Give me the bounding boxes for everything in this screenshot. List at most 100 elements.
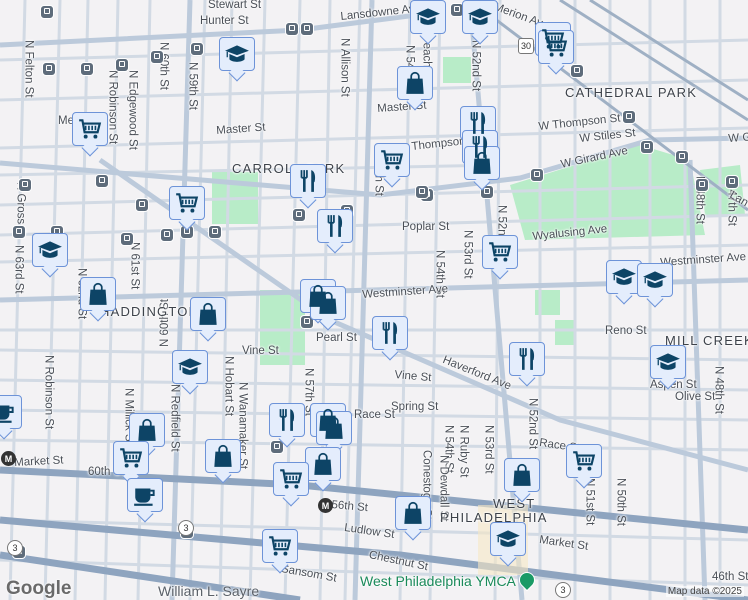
street-label: N Redfield St	[168, 384, 181, 452]
transit-stop-icon[interactable]	[415, 185, 429, 199]
metro-station-icon[interactable]: M	[1, 451, 16, 466]
bag-icon	[314, 290, 342, 316]
poi-marker-cart[interactable]	[262, 529, 298, 563]
poi-sayre-label[interactable]: William L. Sayre	[158, 584, 259, 598]
metro-station-icon[interactable]: M	[318, 498, 333, 513]
poi-marker-bag[interactable]	[397, 66, 433, 100]
poi-marker-cart[interactable]	[538, 30, 574, 64]
poi-marker-cart[interactable]	[374, 143, 410, 177]
transit-stop-icon[interactable]	[12, 225, 26, 239]
poi-marker-fork-knife[interactable]	[317, 209, 353, 243]
cup-icon	[131, 482, 159, 508]
transit-stop-icon[interactable]	[160, 228, 174, 242]
transit-stop-icon[interactable]	[675, 150, 689, 164]
bag-icon	[401, 70, 429, 96]
transit-stop-icon[interactable]	[18, 178, 32, 192]
cart-icon	[117, 445, 145, 471]
poi-marker-bag[interactable]	[305, 447, 341, 481]
street-label: Olive St	[675, 391, 716, 403]
poi-marker-school[interactable]	[219, 37, 255, 71]
poi-marker-bag[interactable]	[504, 458, 540, 492]
poi-marker-bag[interactable]	[464, 146, 500, 180]
fork-knife-icon	[294, 168, 322, 194]
poi-marker-school[interactable]	[410, 0, 446, 34]
school-icon	[223, 41, 251, 67]
transit-stop-icon[interactable]	[570, 64, 584, 78]
poi-marker-bag[interactable]	[80, 277, 116, 311]
cart-icon	[277, 466, 305, 492]
street-label: W G	[727, 131, 748, 145]
school-icon	[610, 264, 638, 290]
route-shield: 3	[7, 540, 23, 556]
transit-stop-icon[interactable]	[530, 168, 544, 182]
transit-stop-icon[interactable]	[135, 198, 149, 212]
transit-stop-icon[interactable]	[80, 62, 94, 76]
street-label: N Felton St	[22, 40, 35, 98]
map-attribution[interactable]: Map data ©2025	[665, 586, 744, 597]
transit-stop-icon[interactable]	[95, 174, 109, 188]
poi-marker-bag[interactable]	[205, 439, 241, 473]
poi-marker-cart[interactable]	[113, 441, 149, 475]
poi-marker-fork-knife[interactable]	[372, 316, 408, 350]
poi-marker-school[interactable]	[32, 233, 68, 267]
fork-knife-icon	[513, 346, 541, 372]
bag-icon	[209, 443, 237, 469]
poi-marker-cart[interactable]	[482, 235, 518, 269]
street-label: Spring St	[391, 401, 439, 413]
poi-marker-school[interactable]	[637, 263, 673, 297]
poi-marker-bag[interactable]	[316, 411, 352, 445]
poi-marker-cart[interactable]	[72, 112, 108, 146]
transit-stop-icon[interactable]	[42, 62, 56, 76]
transit-stop-icon[interactable]	[725, 175, 739, 189]
poi-ymca-label[interactable]: West Philadelphia YMCA	[360, 574, 516, 588]
poi-marker-school[interactable]	[462, 0, 498, 34]
transit-stop-icon[interactable]	[300, 22, 314, 36]
transit-stop-icon[interactable]	[622, 110, 636, 124]
street-label: Race St	[354, 409, 395, 421]
bag-icon	[194, 301, 222, 327]
transit-stop-icon[interactable]	[115, 58, 129, 72]
transit-stop-icon[interactable]	[208, 225, 222, 239]
transit-stop-icon[interactable]	[120, 232, 134, 246]
poi-marker-cart[interactable]	[273, 462, 309, 496]
google-logo: Google	[6, 578, 72, 599]
street-label: Vine St	[242, 345, 279, 357]
bag-icon	[133, 417, 161, 443]
transit-stop-icon[interactable]	[695, 178, 709, 192]
poi-marker-bag[interactable]	[395, 496, 431, 530]
transit-stop-icon[interactable]	[40, 5, 54, 19]
poi-marker-cart[interactable]	[169, 186, 205, 220]
cart-icon	[173, 190, 201, 216]
street-label: 46th St	[712, 571, 748, 583]
street-label: N Edgewood St	[126, 70, 139, 150]
transit-stop-icon[interactable]	[292, 208, 306, 222]
poi-marker-bag[interactable]	[129, 413, 165, 447]
transit-stop-icon[interactable]	[190, 42, 204, 56]
poi-marker-bag[interactable]	[190, 297, 226, 331]
poi-marker-cup[interactable]	[0, 395, 22, 429]
street-label: N 63rd St	[12, 245, 25, 294]
transit-stop-icon[interactable]	[640, 140, 654, 154]
neighborhood-label: CARROLL PARK	[232, 161, 346, 176]
poi-marker-bag[interactable]	[310, 286, 346, 320]
poi-marker-cup[interactable]	[127, 478, 163, 512]
poi-marker-school[interactable]	[606, 260, 642, 294]
route-shield: 3	[555, 582, 571, 598]
poi-marker-fork-knife[interactable]	[509, 342, 545, 376]
transit-stop-icon[interactable]	[150, 50, 164, 64]
fork-knife-icon	[464, 110, 492, 136]
school-icon	[654, 349, 682, 375]
school-icon	[414, 4, 442, 30]
bag-icon	[508, 462, 536, 488]
poi-marker-fork-knife[interactable]	[269, 403, 305, 437]
cart-icon	[570, 448, 598, 474]
route-shield: 3	[178, 520, 194, 536]
route-shield: 30	[518, 38, 534, 54]
poi-marker-fork-knife[interactable]	[290, 164, 326, 198]
transit-stop-icon[interactable]	[285, 22, 299, 36]
poi-marker-school[interactable]	[490, 522, 526, 556]
poi-marker-cart[interactable]	[566, 444, 602, 478]
poi-marker-school[interactable]	[650, 345, 686, 379]
poi-marker-school[interactable]	[172, 350, 208, 384]
cart-icon	[76, 116, 104, 142]
